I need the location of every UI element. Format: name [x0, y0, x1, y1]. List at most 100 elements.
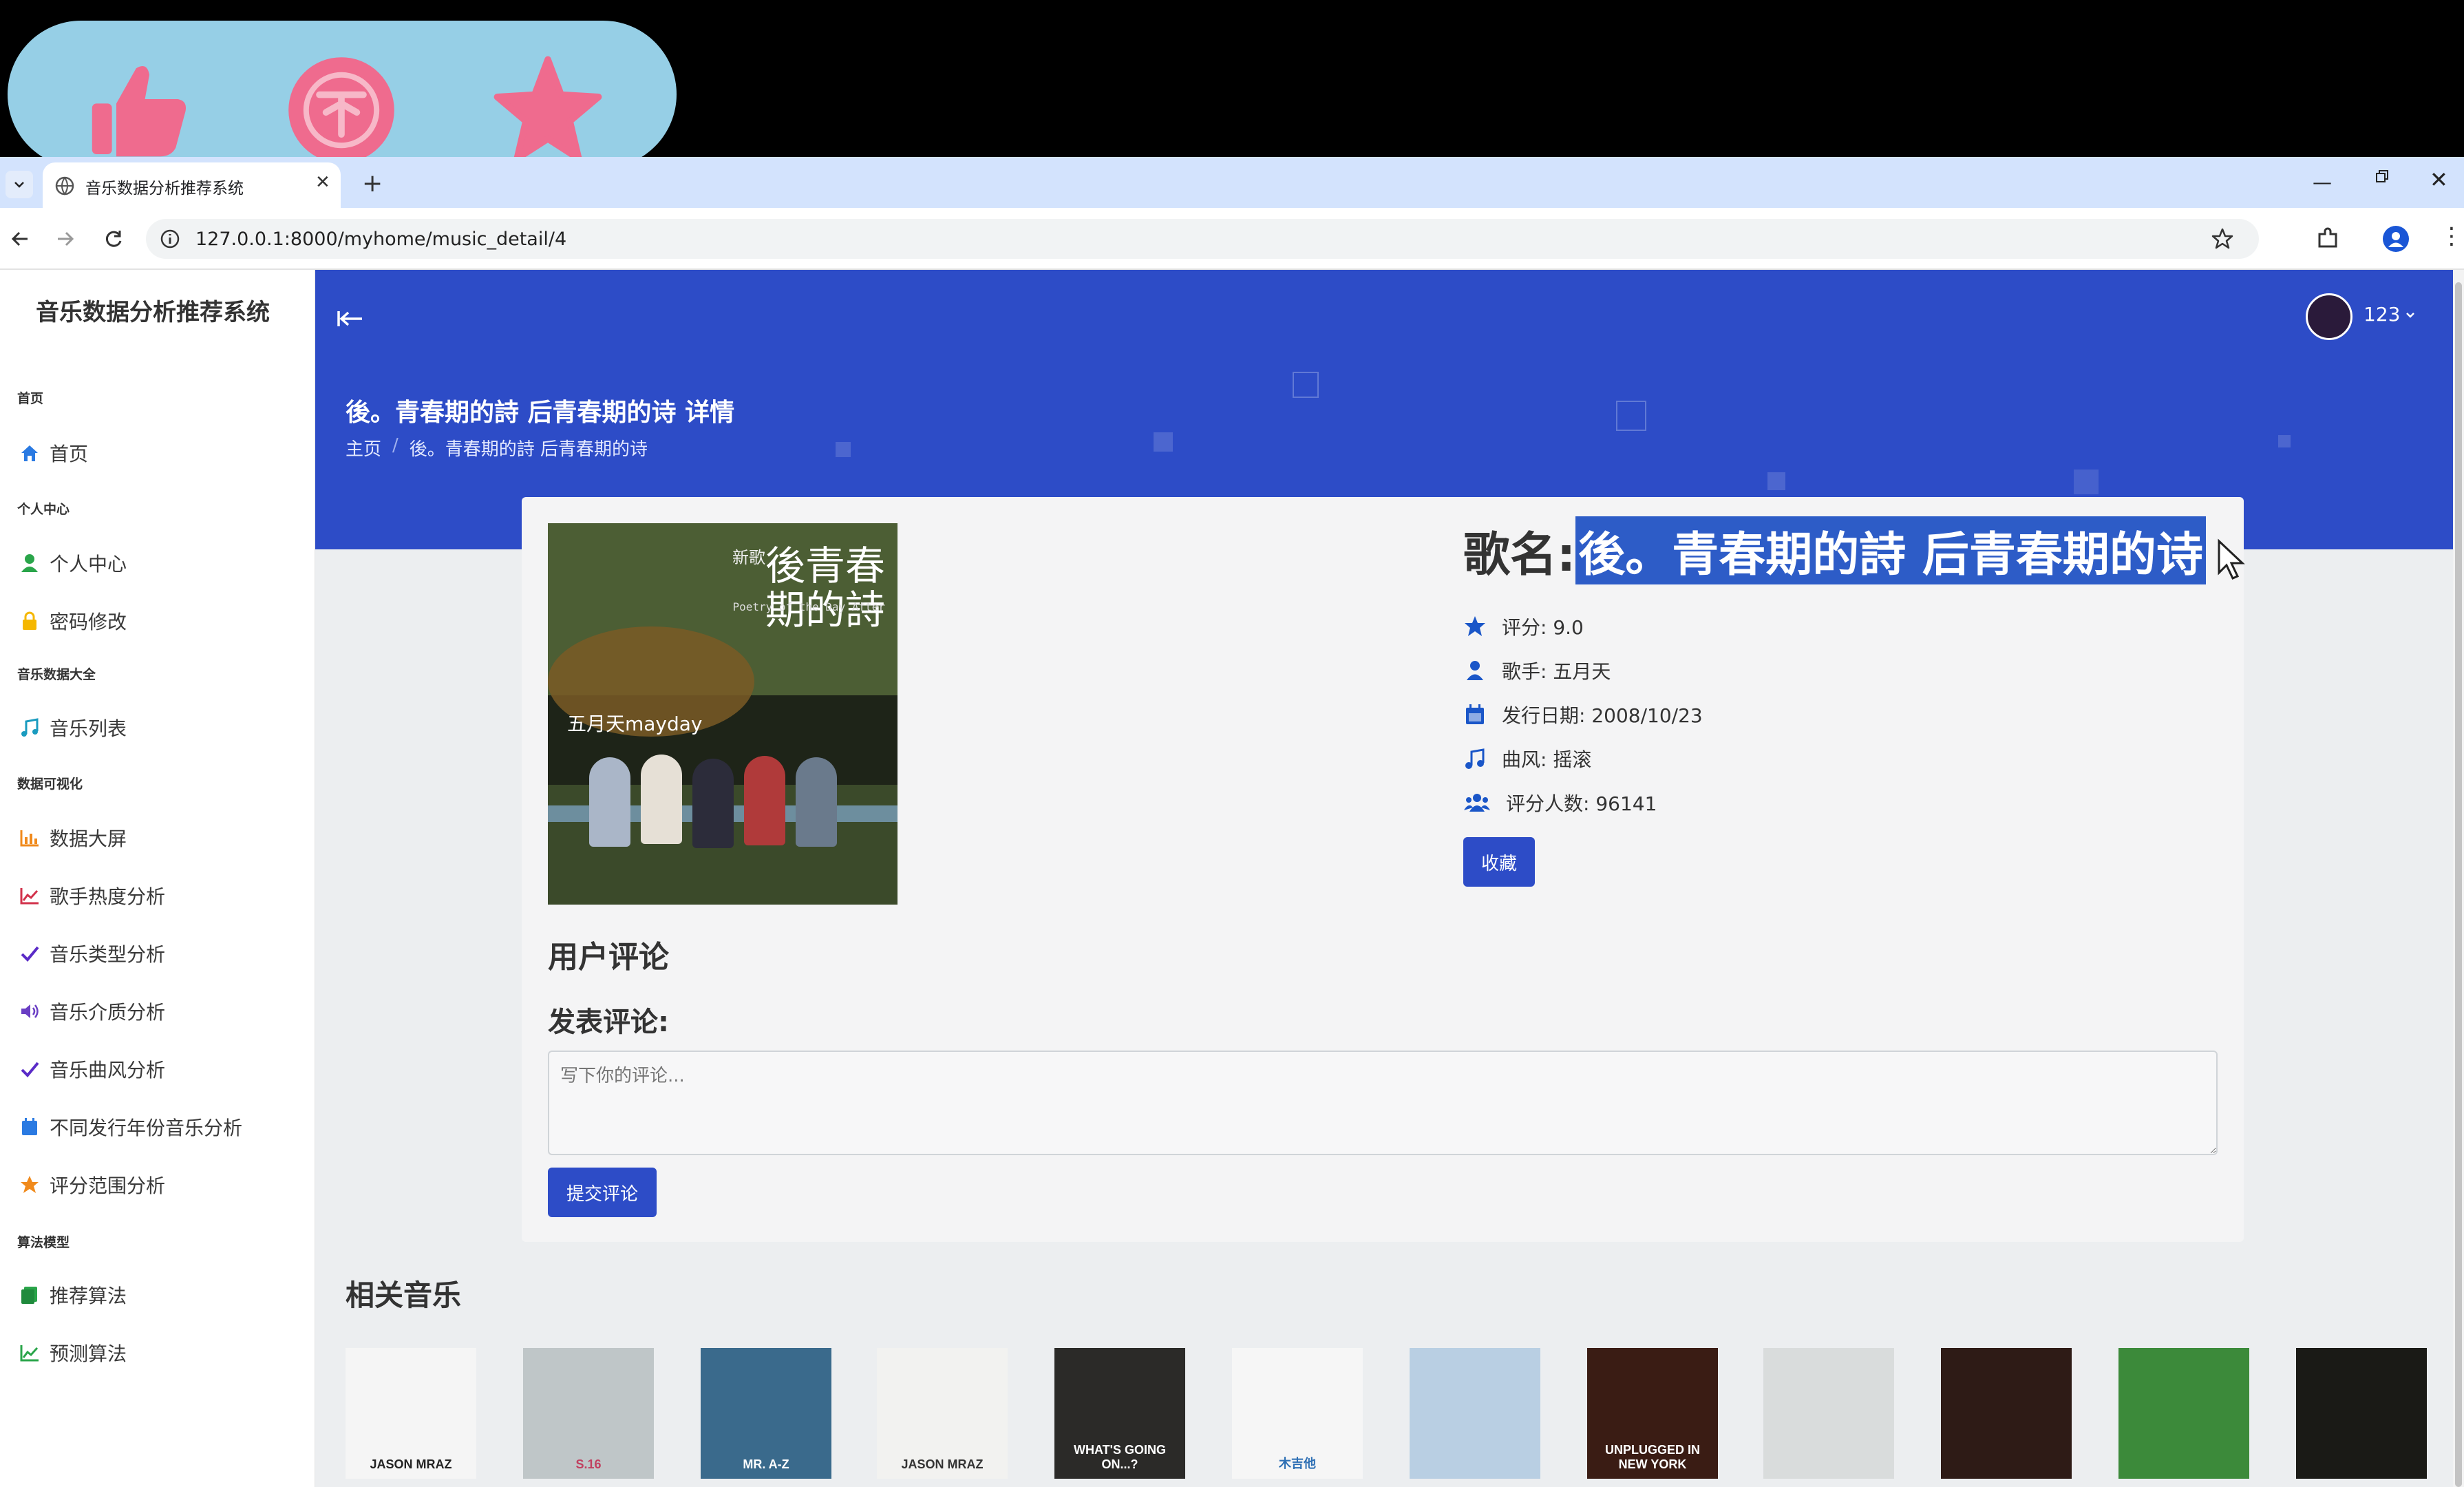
sidebar-item-type-analysis[interactable]: 音乐类型分析: [19, 936, 165, 971]
related-album-cover[interactable]: UNPLUGGED IN NEW YORK: [1587, 1348, 1718, 1479]
related-album-text: S.16: [575, 1457, 602, 1471]
sidebar-item-medium-analysis[interactable]: 音乐介质分析: [19, 994, 165, 1029]
action-overlay: [8, 21, 677, 168]
sidebar-item-singer-heat[interactable]: 歌手热度分析: [19, 878, 165, 913]
restore-button[interactable]: [2373, 168, 2391, 186]
sidebar-item-rating-analysis[interactable]: 评分范围分析: [19, 1168, 165, 1202]
album-cover: 新歌 後青春期的詩 Poetry of the Day After 五月天may…: [548, 523, 898, 905]
star-icon: [21, 1176, 39, 1193]
sidebar-item-dashboard[interactable]: 数据大屏: [19, 821, 127, 855]
extensions-icon[interactable]: [2315, 226, 2340, 251]
page-title: 後。青春期的詩 后青春期的诗 详情: [346, 399, 735, 427]
music-icon: [21, 718, 39, 737]
comment-input[interactable]: [548, 1051, 2218, 1155]
cover-person: [692, 759, 734, 848]
cover-person: [589, 757, 630, 847]
sidebar-item-label: 音乐类型分析: [50, 943, 166, 966]
related-album-cover[interactable]: JASON MRAZ: [346, 1348, 476, 1479]
new-tab-button[interactable]: +: [362, 169, 383, 198]
line-chart-icon: [20, 888, 39, 905]
close-window-button[interactable]: ✕: [2430, 167, 2448, 193]
related-album-cover[interactable]: S.16: [523, 1348, 654, 1479]
check-icon: [21, 1062, 39, 1077]
bookmark-star-icon[interactable]: [2211, 227, 2234, 251]
sidebar-item-predict[interactable]: 预测算法: [19, 1336, 127, 1370]
browser-menu-icon[interactable]: ⋮: [2440, 224, 2463, 248]
sidebar-item-home[interactable]: 首页: [19, 436, 88, 470]
minimize-button[interactable]: —: [2313, 171, 2332, 193]
back-icon[interactable]: [10, 229, 30, 249]
collapse-sidebar-icon[interactable]: [336, 304, 365, 333]
forward-icon[interactable]: [55, 229, 76, 249]
sidebar: 音乐数据分析推荐系统 首页 首页 个人中心 个人中心 密码修改 音乐数据大全 音…: [0, 270, 315, 1487]
submit-comment-button[interactable]: 提交评论: [548, 1168, 657, 1217]
breadcrumb-current: 後。青春期的詩 后青春期的诗: [409, 439, 648, 460]
related-album-cover[interactable]: MR. A-Z: [701, 1348, 831, 1479]
close-tab-icon[interactable]: ✕: [315, 172, 330, 193]
sidebar-item-label: 首页: [50, 443, 89, 465]
related-album-cover[interactable]: [2118, 1348, 2249, 1479]
thumbs-up-icon[interactable]: [83, 55, 193, 165]
omnibox[interactable]: 127.0.0.1:8000/myhome/music_detail/4: [146, 219, 2259, 259]
related-album-cover[interactable]: [1941, 1348, 2072, 1479]
url-text: 127.0.0.1:8000/myhome/music_detail/4: [195, 229, 567, 250]
user-icon: [21, 554, 38, 572]
coin-icon[interactable]: [286, 55, 396, 165]
tab-list-button[interactable]: [6, 171, 33, 198]
scrollbar-thumb[interactable]: [2455, 282, 2462, 1487]
sidebar-item-recommend[interactable]: 推荐算法: [19, 1278, 127, 1312]
release-text: 发行日期: 2008/10/23: [1502, 704, 1703, 727]
globe-icon: [55, 176, 74, 196]
reload-icon[interactable]: [103, 229, 124, 249]
cover-artist: 五月天mayday: [567, 713, 703, 735]
browser-tab[interactable]: 音乐数据分析推荐系统 ✕: [43, 162, 341, 208]
release-row: 发行日期: 2008/10/23: [1463, 701, 1703, 728]
related-album-cover[interactable]: JASON MRAZ: [877, 1348, 1008, 1479]
breadcrumb-home[interactable]: 主页: [346, 435, 381, 461]
calendar-icon: [1466, 704, 1484, 724]
decor-square: [836, 442, 851, 457]
sidebar-item-profile[interactable]: 个人中心: [19, 546, 127, 580]
main-content: 123 後。青春期的詩 后青春期的诗 详情 主页 / 後。青春期的詩 后青春期的…: [315, 270, 2453, 1487]
related-album-cover[interactable]: [2296, 1348, 2427, 1479]
decor-square: [1154, 432, 1173, 452]
breadcrumb: 主页 / 後。青春期的詩 后青春期的诗: [346, 435, 648, 461]
music-icon: [1465, 748, 1485, 769]
bar-chart-icon: [20, 830, 39, 847]
sidebar-item-label: 音乐列表: [50, 717, 127, 740]
sidebar-item-music-list[interactable]: 音乐列表: [19, 710, 127, 745]
favorite-button[interactable]: 收藏: [1463, 837, 1535, 887]
profile-icon[interactable]: [2383, 226, 2409, 252]
raters-text: 评分人数: 96141: [1506, 792, 1657, 815]
decor-square: [1616, 401, 1646, 431]
user-name[interactable]: 123: [2364, 303, 2400, 326]
sidebar-item-year-analysis[interactable]: 不同发行年份音乐分析: [19, 1110, 242, 1144]
rating-row: 评分: 9.0: [1463, 613, 1584, 640]
chevron-down-icon[interactable]: [2405, 310, 2416, 321]
sidebar-item-label: 预测算法: [50, 1342, 127, 1365]
style-text: 曲风: 摇滚: [1502, 748, 1592, 771]
sidebar-item-password[interactable]: 密码修改: [19, 604, 127, 638]
volume-icon: [21, 1004, 39, 1018]
song-name-selected[interactable]: 後。青春期的詩 后青春期的诗: [1575, 516, 2206, 584]
sidebar-item-label: 推荐算法: [50, 1285, 127, 1307]
rating-text: 评分: 9.0: [1502, 616, 1584, 639]
related-album-cover[interactable]: [1763, 1348, 1894, 1479]
raters-row: 评分人数: 96141: [1463, 789, 1657, 816]
style-row: 曲风: 摇滚: [1463, 745, 1591, 772]
related-album-cover[interactable]: WHAT'S GOING ON...?: [1054, 1348, 1185, 1479]
site-info-icon[interactable]: [160, 229, 180, 249]
decor-square: [1293, 372, 1319, 398]
related-album-text: UNPLUGGED IN NEW YORK: [1604, 1443, 1700, 1471]
sidebar-item-style-analysis[interactable]: 音乐曲风分析: [19, 1052, 165, 1086]
avatar[interactable]: [2306, 293, 2353, 340]
related-album-cover[interactable]: 木吉他: [1232, 1348, 1363, 1479]
chevron-down-icon: [14, 182, 24, 188]
star-icon[interactable]: [493, 55, 603, 165]
decor-square: [1767, 472, 1785, 490]
sidebar-item-label: 评分范围分析: [50, 1174, 166, 1197]
related-album-cover[interactable]: [1410, 1348, 1540, 1479]
cover-person: [744, 756, 785, 845]
page-scrollbar[interactable]: [2453, 270, 2464, 1487]
sidebar-section-music: 音乐数据大全: [17, 667, 96, 682]
